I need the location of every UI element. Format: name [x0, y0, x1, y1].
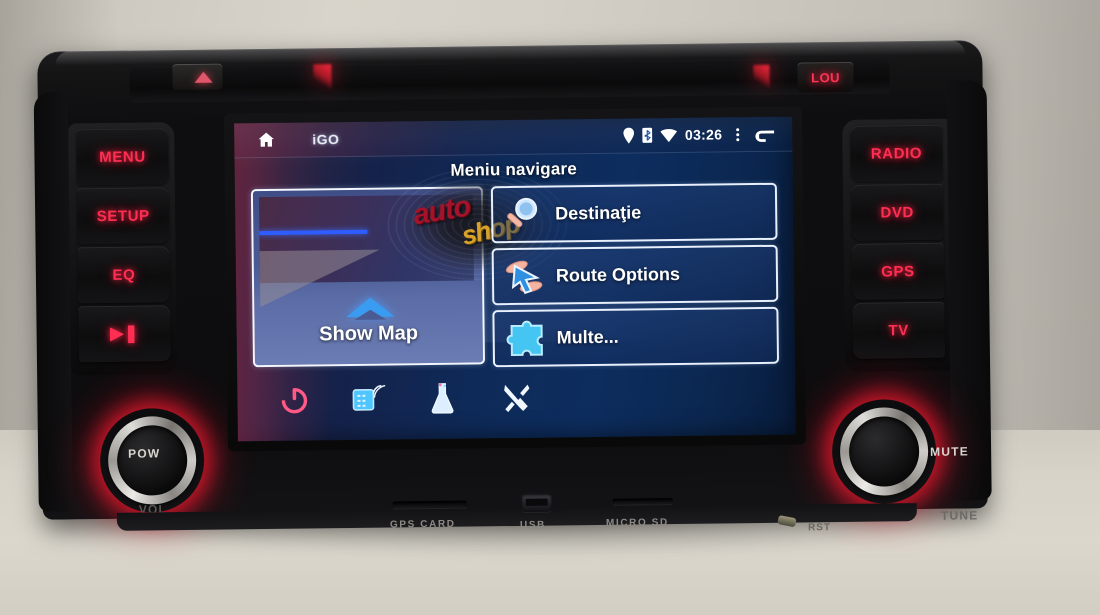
status-icons-group: 03:26	[623, 126, 776, 144]
navigation-menu-list: Destinaţie Route Options Multe...	[490, 182, 780, 372]
play-pause-icon: ▶❚	[110, 323, 140, 343]
show-map-panel[interactable]: Show Map	[250, 186, 486, 368]
menu-item-route-options-label: Route Options	[555, 263, 681, 286]
map-position-arrow-notch	[354, 309, 387, 320]
port-bar: GPS CARD USB MICRO SD	[193, 482, 834, 550]
touchscreen[interactable]: iGO 03:26 Meniu navigare Show Map auto s…	[234, 116, 796, 442]
location-pin-icon	[623, 127, 634, 144]
button-tv[interactable]: TV	[852, 301, 945, 359]
button-dvd[interactable]: DVD	[850, 183, 944, 241]
app-name-label: iGO	[312, 131, 340, 148]
android-status-bar: iGO 03:26	[234, 116, 793, 159]
eject-icon	[194, 71, 213, 83]
label-micro-sd: MICRO SD	[605, 517, 669, 529]
lou-button-label: LOU	[810, 69, 841, 85]
unit-right-edge	[946, 80, 992, 501]
clock-label: 03:26	[684, 126, 723, 143]
menu-item-destination[interactable]: Destinaţie	[490, 182, 778, 244]
label-pow: POW	[128, 446, 161, 461]
back-arrow-icon[interactable]	[753, 126, 776, 142]
indicator-led-left	[313, 64, 332, 91]
magnifier-icon	[493, 194, 555, 235]
tools-icon[interactable]	[479, 382, 553, 413]
label-usb: USB	[519, 519, 546, 531]
button-play-pause[interactable]: ▶❚	[78, 305, 171, 363]
overflow-menu-icon[interactable]	[736, 127, 740, 141]
lou-button[interactable]: LOU	[797, 61, 854, 93]
indicator-led-right	[753, 64, 770, 90]
puzzle-piece-icon	[494, 318, 556, 359]
button-gps-label: GPS	[881, 262, 915, 280]
label-tune: TUNE	[940, 508, 979, 523]
tune-mute-knob[interactable]	[831, 399, 936, 504]
button-eq[interactable]: EQ	[77, 246, 171, 304]
bluetooth-icon	[641, 127, 653, 143]
home-icon[interactable]	[256, 130, 276, 150]
button-eq-label: EQ	[112, 266, 136, 284]
button-radio[interactable]: RADIO	[850, 124, 943, 182]
left-button-column: MENU SETUP EQ ▶❚	[76, 128, 171, 365]
photo-scene: LOU MENU SETUP EQ ▶❚ RADIO DVD GPS TV PO…	[0, 0, 1100, 615]
button-gps[interactable]: GPS	[851, 242, 945, 300]
button-tv-label: TV	[888, 321, 909, 339]
unit-left-edge	[33, 91, 73, 512]
menu-item-destination-label: Destinaţie	[555, 202, 642, 224]
menu-item-more[interactable]: Multe...	[492, 306, 780, 368]
button-dvd-label: DVD	[880, 203, 915, 221]
right-button-column: RADIO DVD GPS TV	[850, 124, 945, 362]
button-setup[interactable]: SETUP	[76, 187, 170, 245]
car-head-unit-body: LOU MENU SETUP EQ ▶❚ RADIO DVD GPS TV PO…	[33, 40, 992, 533]
button-setup-label: SETUP	[96, 206, 150, 225]
button-menu-label: MENU	[99, 147, 146, 166]
satellite-icon[interactable]	[331, 383, 405, 414]
label-gps-card: GPS CARD	[389, 518, 456, 531]
bottom-tray	[257, 369, 558, 427]
menu-item-more-label: Multe...	[556, 326, 619, 348]
menu-item-route-options[interactable]: Route Options	[491, 244, 779, 306]
cursor-hand-icon	[494, 255, 557, 298]
gps-card-slot[interactable]	[392, 500, 467, 509]
usb-port[interactable]	[521, 493, 552, 512]
power-icon[interactable]	[257, 384, 331, 415]
wifi-icon	[660, 128, 677, 142]
top-strip	[129, 59, 890, 103]
show-map-label: Show Map	[319, 322, 419, 346]
micro-sd-slot[interactable]	[612, 498, 673, 505]
flask-icon[interactable]	[405, 381, 479, 414]
label-mute: MUTE	[930, 444, 970, 459]
button-menu[interactable]: MENU	[76, 128, 169, 186]
button-radio-label: RADIO	[870, 144, 923, 163]
